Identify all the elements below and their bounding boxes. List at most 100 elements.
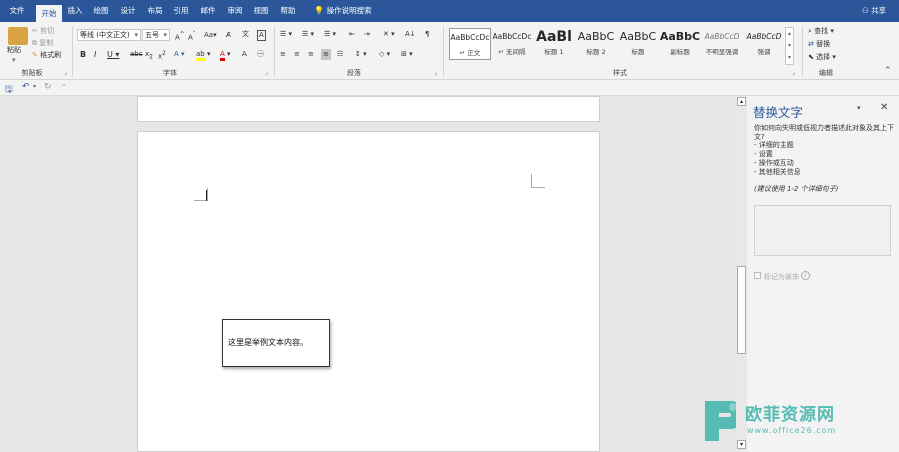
tab-layout[interactable]: 布局 (144, 0, 166, 22)
tab-design[interactable]: 设计 (117, 0, 139, 22)
font-color-button[interactable]: A ▾ (220, 50, 231, 61)
alt-text-input[interactable] (754, 205, 891, 256)
collapse-ribbon-icon[interactable]: ⌃ (884, 67, 892, 76)
styles-launcher-icon[interactable]: ⌟ (792, 68, 795, 77)
style-no-spacing[interactable]: AaBbCcDc ↵ 无间隔 (491, 28, 533, 60)
bullets-icon[interactable]: ☰ ▾ (280, 30, 292, 39)
info-icon[interactable]: i (801, 271, 810, 280)
editing-group-label: 编辑 (819, 69, 833, 77)
replace-button[interactable]: ⇄ 替换 (808, 40, 830, 49)
shrink-font-button[interactable]: Aˇ (188, 31, 196, 42)
paste-icon (8, 27, 28, 45)
tab-view[interactable]: 视图 (250, 0, 272, 22)
grow-font-button[interactable]: A^ (175, 31, 185, 42)
multilevel-list-icon[interactable]: ☰ ▾ (324, 30, 336, 39)
font-name-value: 等线 (中文正文) (80, 31, 130, 39)
pane-options-chevron-icon[interactable]: ▾ (857, 104, 861, 112)
undo-dropdown-chevron-icon[interactable]: ▾ (33, 83, 36, 90)
highlighter-icon: ab (196, 50, 205, 61)
style-name: ↵ 无间隔 (498, 48, 526, 56)
divider (802, 26, 803, 76)
superscript-button[interactable]: x2 (158, 50, 166, 61)
tab-review[interactable]: 审阅 (224, 0, 246, 22)
paragraph-launcher-icon[interactable]: ⌟ (434, 68, 437, 77)
tab-references[interactable]: 引用 (170, 0, 192, 22)
style-subtle-emphasis[interactable]: AaBbCcD 不明显强调 (701, 28, 743, 60)
style-emphasis[interactable]: AaBbCcD 强调 (743, 28, 785, 60)
lightbulb-icon: 💡 (314, 6, 325, 15)
scroll-thumb[interactable] (737, 266, 746, 354)
document-page[interactable]: 这里是举例文本内容。 (137, 131, 600, 452)
copy-button[interactable]: ⧉ 复制 (32, 39, 53, 48)
font-name-select[interactable]: 等线 (中文正文) ▾ (77, 29, 141, 41)
paste-dropdown-chevron-icon[interactable]: ▾ (12, 56, 16, 65)
show-marks-icon[interactable]: ¶ (425, 30, 429, 39)
styles-gallery-scroll[interactable]: ▴ ▾ ▾ (785, 27, 794, 65)
tab-help[interactable]: 帮助 (277, 0, 299, 22)
text-box-content[interactable]: 这里是举例文本内容。 (228, 337, 308, 348)
style-normal[interactable]: AaBbCcDc ↵ 正文 (449, 28, 491, 60)
character-shading-icon[interactable]: A (242, 50, 247, 59)
tell-me-search[interactable]: 💡 操作说明搜索 (308, 0, 378, 22)
distributed-icon[interactable]: ☷ (337, 50, 343, 59)
tab-mailings[interactable]: 邮件 (197, 0, 219, 22)
font-launcher-icon[interactable]: ⌟ (265, 68, 268, 77)
borders-icon[interactable]: ⊞ ▾ (401, 50, 413, 59)
clear-formatting-icon[interactable]: A̸ (226, 31, 231, 40)
align-center-icon[interactable]: ≡ (294, 50, 300, 59)
asian-layout-icon[interactable]: ✕ ▾ (383, 30, 395, 39)
scroll-down-arrow-icon[interactable]: ▾ (737, 440, 746, 449)
style-name: 不明显强调 (705, 48, 739, 56)
sort-icon[interactable]: A↓ (405, 30, 416, 39)
clipboard-launcher-icon[interactable]: ⌟ (64, 68, 67, 77)
styles-gallery: AaBbCcDc ↵ 正文 AaBbCcDc ↵ 无间隔 AaBl 标题 1 A… (447, 27, 785, 67)
tab-insert[interactable]: 插入 (64, 0, 86, 22)
justify-icon[interactable]: ≡ (321, 49, 331, 60)
paste-button[interactable]: 粘贴 (7, 46, 21, 55)
italic-button[interactable]: I (94, 50, 96, 59)
style-name: 标题 1 (544, 48, 564, 56)
find-label: 查找 (814, 27, 829, 35)
highlight-color-button[interactable]: ab ▾ (196, 50, 210, 61)
scroll-up-arrow-icon[interactable]: ▴ (737, 97, 746, 106)
select-button[interactable]: ⬉ 选择 ▾ (808, 53, 836, 62)
format-painter-button[interactable]: ✎ 格式刷 (32, 51, 61, 60)
style-subtitle[interactable]: AaBbC 副标题 (659, 28, 701, 60)
line-spacing-icon[interactable]: ↕ ▾ (355, 50, 367, 59)
brush-icon: ✎ (32, 51, 38, 59)
save-icon[interactable]: 🖫 (5, 82, 13, 98)
phonetic-guide-icon[interactable]: 文 (242, 30, 249, 39)
strikethrough-button[interactable]: abc (130, 50, 143, 59)
text-box[interactable]: 这里是举例文本内容。 (222, 319, 330, 367)
font-size-select[interactable]: 五号 ▾ (142, 29, 170, 41)
close-icon[interactable]: ✕ (880, 102, 888, 113)
bold-button[interactable]: B (80, 50, 86, 59)
align-right-icon[interactable]: ≡ (308, 50, 314, 59)
underline-button[interactable]: U ▾ (107, 50, 119, 59)
shading-icon[interactable]: ◇ ▾ (379, 50, 390, 59)
text-effects-button[interactable]: A ▾ (174, 50, 185, 59)
align-left-icon[interactable]: ≡ (280, 50, 286, 59)
style-heading-2[interactable]: AaBbC 标题 2 (575, 28, 617, 60)
style-heading-1[interactable]: AaBl 标题 1 (533, 28, 575, 60)
undo-icon[interactable]: ↶ (22, 82, 30, 92)
decorative-checkbox[interactable] (754, 272, 761, 279)
chevron-down-icon: ▾ (134, 31, 138, 39)
numbering-icon[interactable]: ☰ ▾ (302, 30, 314, 39)
enclose-characters-icon[interactable]: ㊀ (257, 50, 264, 59)
style-title[interactable]: AaBbC 标题 (617, 28, 659, 60)
redo-icon[interactable]: ↻ (44, 82, 52, 92)
tab-draw[interactable]: 绘图 (90, 0, 112, 22)
document-scrollbar[interactable]: ▴ ▾ (736, 96, 747, 452)
increase-indent-icon[interactable]: ⇥ (364, 30, 370, 39)
change-case-button[interactable]: Aa▾ (204, 31, 217, 40)
decrease-indent-icon[interactable]: ⇤ (349, 30, 355, 39)
tab-file[interactable]: 文件 (4, 0, 30, 22)
subscript-button[interactable]: x2 (145, 50, 153, 62)
find-button[interactable]: ⌕ 查找 ▾ (808, 27, 834, 36)
share-button[interactable]: ⚇ 共享 (856, 0, 892, 22)
customize-qat-icon[interactable]: ⁼ (62, 83, 66, 91)
character-border-icon[interactable]: A (257, 30, 266, 41)
cut-button[interactable]: ✂ 剪切 (32, 27, 54, 36)
tab-home[interactable]: 开始 (36, 5, 62, 22)
